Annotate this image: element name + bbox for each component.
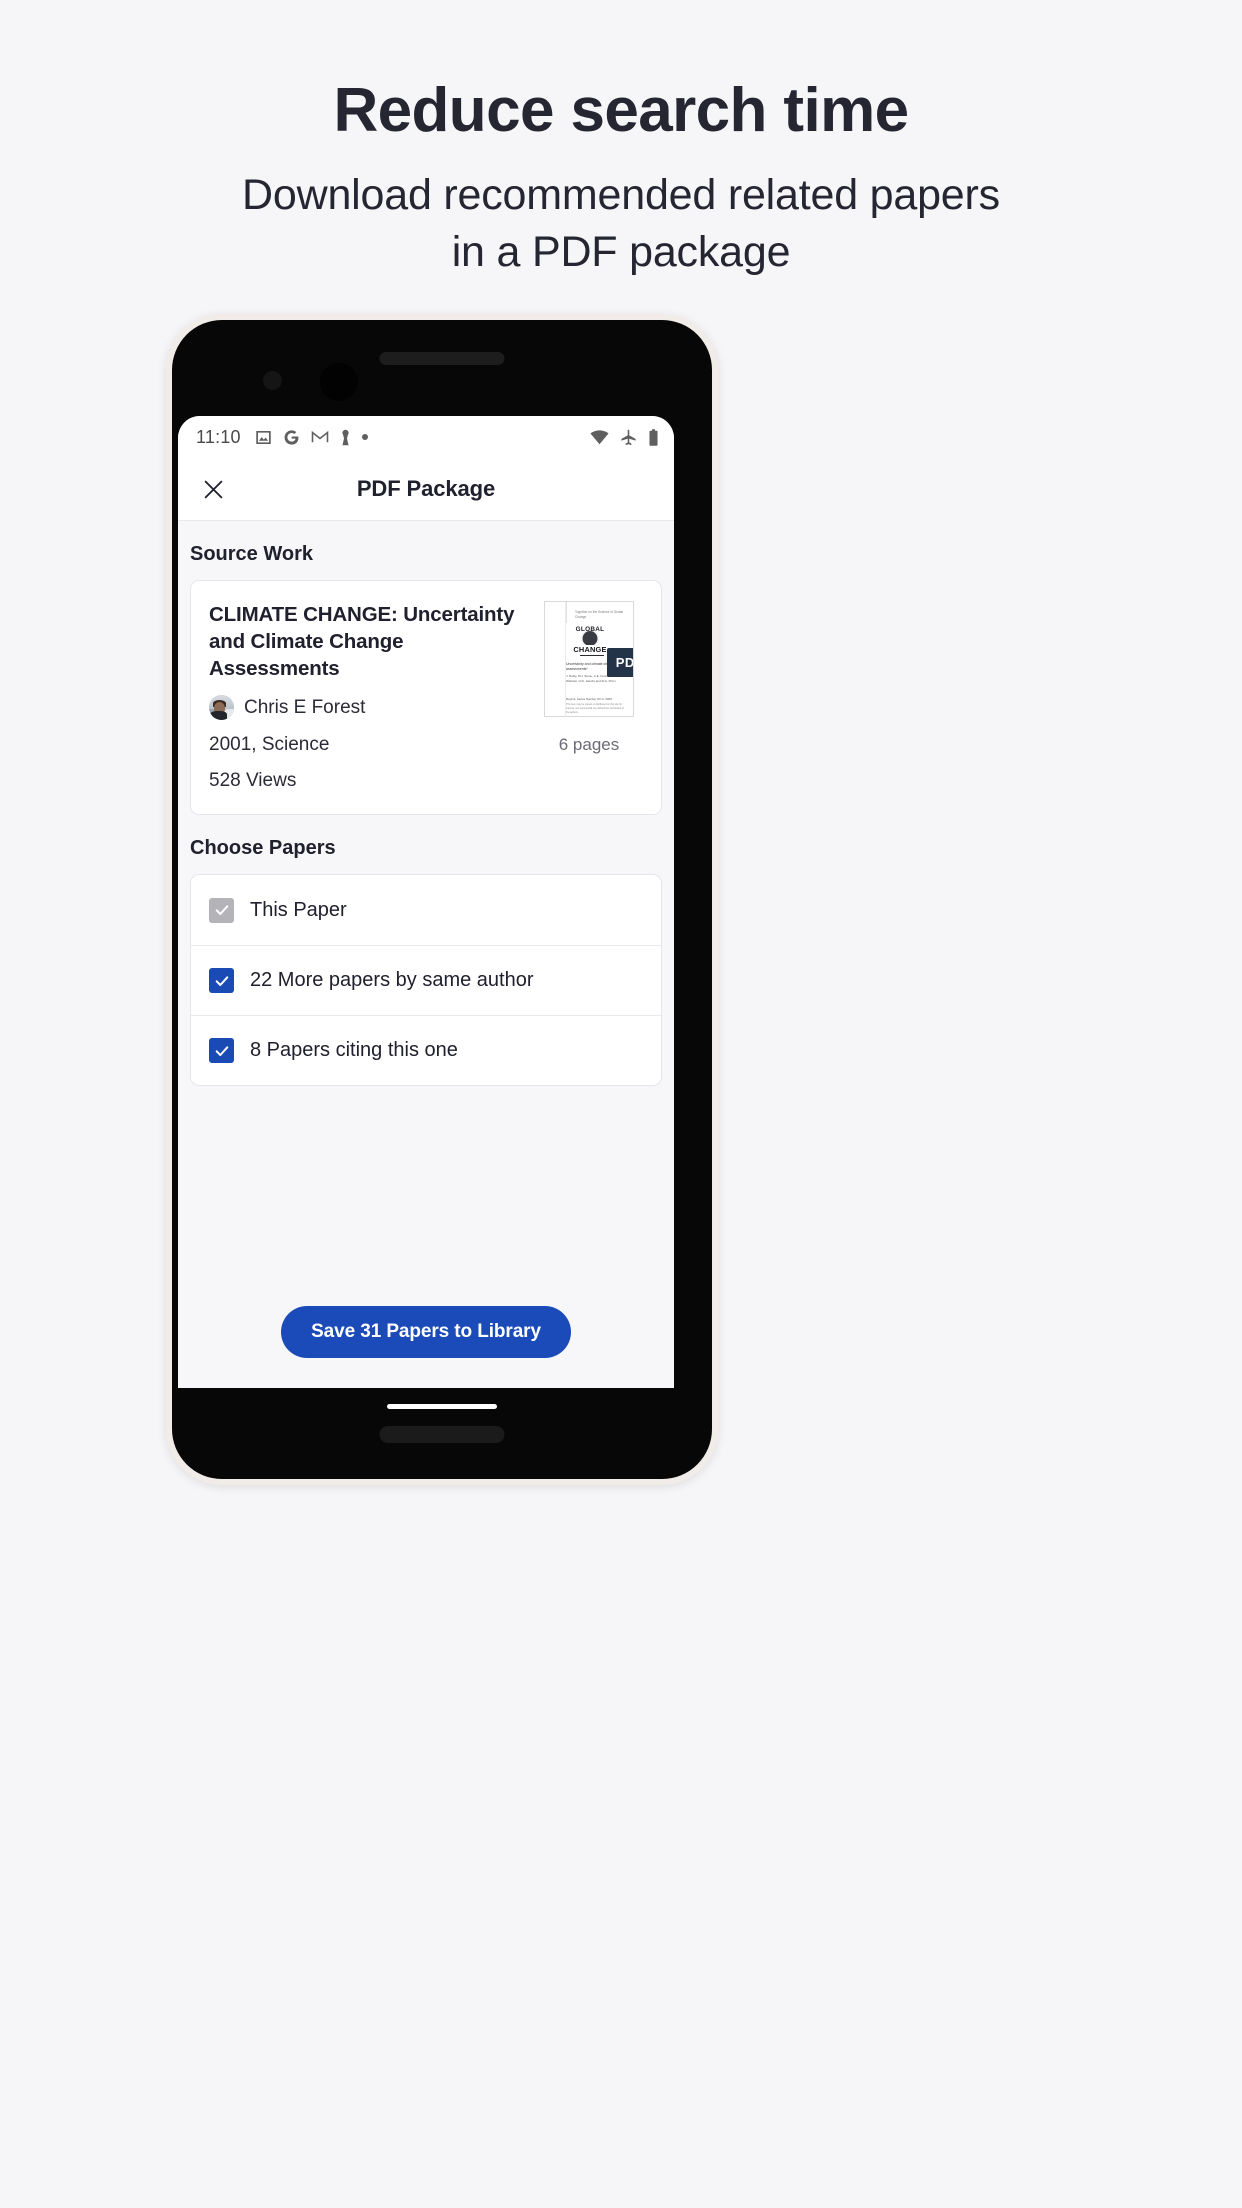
phone-screen: 11:10 PDF Package Source Work CLIMATE CH…	[178, 416, 674, 1388]
gmail-icon	[311, 430, 329, 443]
phone-device-frame: 11:10 PDF Package Source Work CLIMATE CH…	[166, 314, 718, 1485]
check-icon	[215, 905, 228, 916]
promo-subtitle: Download recommended related papers in a…	[242, 170, 1000, 276]
thumbnail-disclaimer: This item may be copied or distributed o…	[566, 703, 624, 714]
save-papers-to-library-button[interactable]: Save 31 Papers to Library	[281, 1306, 571, 1358]
phone-body: 11:10 PDF Package Source Work CLIMATE CH…	[172, 320, 712, 1479]
option-label-same-author: 22 More papers by same author	[250, 969, 534, 992]
thumbnail-logo-top: GLOBAL	[575, 626, 605, 633]
source-work-section-title: Source Work	[190, 543, 313, 565]
check-icon	[215, 1045, 228, 1056]
option-row-same-author[interactable]: 22 More papers by same author	[191, 945, 661, 1015]
option-label-citing-papers: 8 Papers citing this one	[250, 1039, 458, 1062]
battery-icon	[649, 428, 658, 446]
thumbnail-report: Reprint, Series Number XX-X, 200X	[566, 697, 613, 701]
status-bar-time: 11:10	[196, 426, 241, 447]
source-views: 528 Views	[209, 770, 297, 792]
close-button[interactable]	[196, 472, 230, 506]
image-icon	[255, 430, 271, 444]
source-year-venue: 2001, Science	[209, 734, 330, 756]
sensor-icon	[263, 371, 282, 390]
app-bar: PDF Package	[178, 458, 674, 521]
more-notifications-dot-icon	[361, 434, 368, 440]
source-author-name: Chris E Forest	[244, 696, 366, 718]
option-label-this-paper: This Paper	[250, 898, 347, 921]
choose-papers-card: This Paper 22 More papers by same author…	[190, 874, 662, 1087]
pdf-badge: PDF	[606, 648, 633, 677]
page-fold-icon	[545, 602, 567, 623]
cta-container: Save 31 Papers to Library	[190, 1306, 662, 1388]
earpiece-speaker	[379, 352, 505, 365]
avatar	[209, 695, 234, 721]
screen-content: Source Work CLIMATE CHANGE: Uncertainty …	[178, 521, 674, 1388]
option-row-citing-papers[interactable]: 8 Papers citing this one	[191, 1015, 661, 1085]
chess-pawn-icon	[342, 429, 349, 445]
bottom-speaker	[379, 1426, 505, 1443]
checkbox-this-paper	[209, 897, 234, 923]
checkbox-citing-papers	[209, 1038, 234, 1064]
status-bar-system-icons	[590, 428, 659, 446]
airplane-mode-icon	[621, 429, 636, 445]
status-bar-notification-icons	[255, 429, 368, 446]
choose-papers-section-title: Choose Papers	[190, 837, 336, 860]
google-icon	[284, 429, 299, 445]
navigation-gesture-bar[interactable]	[387, 1404, 497, 1409]
checkbox-same-author	[209, 968, 234, 994]
page-count-label: 6 pages	[558, 735, 620, 754]
close-icon	[204, 480, 222, 498]
page-title: PDF Package	[356, 476, 496, 501]
option-row-this-paper[interactable]: This Paper	[191, 875, 661, 945]
thumbnail-header: Together on the Science of Global Change	[575, 610, 624, 619]
source-work-card[interactable]: CLIMATE CHANGE: Uncertainty and Climate …	[190, 580, 662, 816]
wifi-icon	[590, 429, 609, 444]
check-icon	[215, 975, 228, 986]
front-camera-icon	[320, 363, 358, 401]
source-author-row: Chris E Forest	[209, 695, 525, 721]
pdf-thumbnail[interactable]: Together on the Science of Global Change…	[544, 601, 634, 717]
promo-header: Reduce search time Download recommended …	[0, 0, 1242, 280]
thumbnail-logo-bottom: CHANGE	[572, 645, 608, 654]
promo-title: Reduce search time	[333, 76, 909, 145]
source-paper-title: CLIMATE CHANGE: Uncertainty and Climate …	[209, 603, 515, 681]
source-work-details: CLIMATE CHANGE: Uncertainty and Climate …	[209, 601, 535, 792]
status-bar: 11:10	[178, 416, 674, 458]
source-thumbnail-column: Together on the Science of Global Change…	[535, 601, 643, 792]
